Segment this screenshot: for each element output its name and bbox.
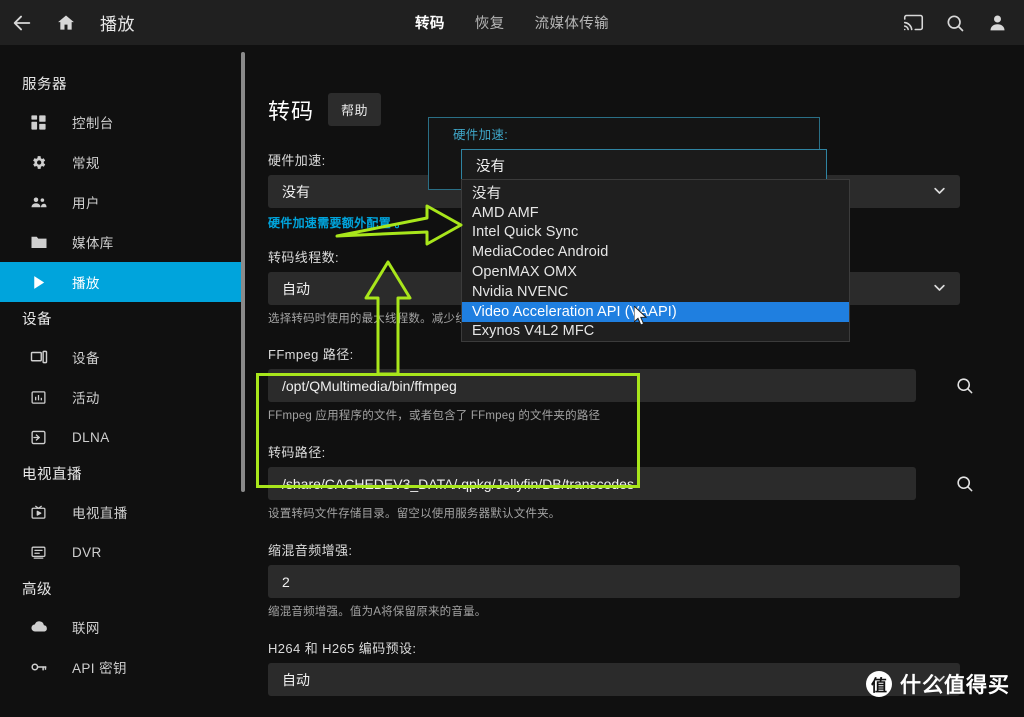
gear-icon bbox=[30, 154, 60, 171]
sidebar-item-api-keys[interactable]: API 密钥 bbox=[0, 647, 243, 687]
chevron-down-icon bbox=[932, 183, 947, 201]
top-bar-actions bbox=[892, 0, 1018, 45]
account-icon[interactable] bbox=[976, 0, 1018, 45]
sidebar-section-devices: 设备 bbox=[22, 312, 52, 328]
sidebar-section-livetv: 电视直播 bbox=[22, 467, 82, 483]
encoder-preset-select[interactable]: 自动 bbox=[268, 663, 960, 697]
sidebar-section-server: 服务器 bbox=[22, 77, 67, 93]
dropdown-option[interactable]: AMD AMF bbox=[462, 203, 849, 223]
sidebar-item-label: 电视直播 bbox=[72, 506, 128, 521]
sidebar-item-playback[interactable]: 播放 bbox=[0, 262, 243, 302]
sidebar-item-activity[interactable]: 活动 bbox=[0, 377, 243, 417]
field-transcode-path: 转码路径: /share/CACHEDEV3_DATA/.qpkg/Jellyf… bbox=[248, 442, 1024, 522]
sidebar-item-label: 联网 bbox=[72, 621, 100, 636]
dropdown-label: 硬件加速: bbox=[453, 128, 508, 142]
downmix-help-text: 缩混音频增强。值为A将保留原来的音量。 bbox=[268, 606, 487, 619]
key-icon bbox=[30, 658, 60, 676]
transcode-path-row: /share/CACHEDEV3_DATA/.qpkg/Jellyfin/DB/… bbox=[268, 467, 1004, 501]
sidebar-item-general[interactable]: 常规 bbox=[0, 142, 243, 182]
dlna-icon bbox=[30, 429, 60, 446]
transcode-path-browse-icon[interactable] bbox=[944, 467, 984, 500]
chevron-down-icon bbox=[932, 280, 947, 298]
transcode-path-label: 转码路径: bbox=[268, 445, 326, 461]
page-title: 转码 bbox=[268, 98, 315, 124]
app-root: 播放 转码 恢复 流媒体传输 服务器 控制台 常规 用户 媒体库 播放 设备 设… bbox=[0, 0, 1024, 717]
tab-resume[interactable]: 恢复 bbox=[475, 12, 505, 33]
livetv-icon bbox=[30, 504, 60, 521]
watermark-text: 什么值得买 bbox=[900, 674, 1010, 697]
sidebar-item-label: 活动 bbox=[72, 391, 100, 406]
watermark: 值 什么值得买 bbox=[866, 669, 1010, 699]
device-icon bbox=[30, 348, 60, 366]
dropdown-option[interactable]: Exynos V4L2 MFC bbox=[462, 322, 849, 342]
downmix-input[interactable]: 2 bbox=[268, 565, 960, 599]
downmix-value: 2 bbox=[282, 573, 290, 590]
dropdown-option[interactable]: 没有 bbox=[462, 183, 849, 203]
sidebar-item-live-tv[interactable]: 电视直播 bbox=[0, 492, 243, 532]
ffmpeg-path-input[interactable]: /opt/QMultimedia/bin/ffmpeg bbox=[268, 369, 916, 403]
sidebar-item-libraries[interactable]: 媒体库 bbox=[0, 222, 243, 262]
dropdown-option[interactable]: MediaCodec Android bbox=[462, 242, 849, 262]
top-tabs: 转码 恢复 流媒体传输 bbox=[0, 0, 1024, 45]
dropdown-option[interactable]: OpenMAX OMX bbox=[462, 262, 849, 282]
search-icon[interactable] bbox=[934, 0, 976, 45]
sidebar-item-label: 控制台 bbox=[72, 116, 114, 131]
sidebar-item-label: 常规 bbox=[72, 156, 100, 171]
transcode-path-input[interactable]: /share/CACHEDEV3_DATA/.qpkg/Jellyfin/DB/… bbox=[268, 467, 916, 501]
sidebar-item-devices[interactable]: 设备 bbox=[0, 337, 243, 377]
sidebar-item-label: 设备 bbox=[72, 351, 100, 366]
transcode-path-help-text: 设置转码文件存储目录。留空以使用服务器默认文件夹。 bbox=[268, 508, 561, 521]
play-icon bbox=[30, 274, 60, 291]
sidebar-item-label: API 密钥 bbox=[72, 661, 127, 676]
sidebar-item-label: 用户 bbox=[72, 196, 100, 211]
vertical-scrollbar[interactable] bbox=[241, 52, 245, 492]
tab-streaming[interactable]: 流媒体传输 bbox=[535, 12, 610, 33]
top-bar: 播放 转码 恢复 流媒体传输 bbox=[0, 0, 1024, 45]
users-icon bbox=[30, 193, 60, 211]
dropdown-option-list: 没有 AMD AMF Intel Quick Sync MediaCodec A… bbox=[461, 179, 850, 343]
field-downmix-boost: 缩混音频增强: 2 缩混音频增强。值为A将保留原来的音量。 bbox=[248, 540, 1024, 620]
ffmpeg-path-row: /opt/QMultimedia/bin/ffmpeg bbox=[268, 369, 1004, 403]
cast-icon[interactable] bbox=[892, 0, 934, 45]
back-icon[interactable] bbox=[0, 0, 44, 45]
dvr-icon bbox=[30, 544, 60, 561]
dropdown-input-value: 没有 bbox=[476, 158, 505, 175]
encoder-preset-label: H264 和 H265 编码预设: bbox=[268, 641, 417, 657]
top-bar-title: 播放 bbox=[100, 15, 135, 34]
threads-value: 自动 bbox=[282, 280, 310, 297]
ffmpeg-path-value: /opt/QMultimedia/bin/ffmpeg bbox=[282, 377, 457, 394]
hwaccel-dropdown-popup: 硬件加速: 没有 没有 AMD AMF Intel Quick Sync Med… bbox=[428, 117, 850, 343]
cloud-icon bbox=[30, 618, 60, 637]
dropdown-option[interactable]: Nvidia NVENC bbox=[462, 282, 849, 302]
hwaccel-value: 没有 bbox=[282, 183, 310, 200]
dashboard-icon bbox=[30, 114, 60, 131]
dropdown-option[interactable]: Intel Quick Sync bbox=[462, 223, 849, 243]
help-button[interactable]: 帮助 bbox=[328, 93, 382, 126]
field-ffmpeg-path: FFmpeg 路径: /opt/QMultimedia/bin/ffmpeg F… bbox=[248, 344, 1024, 424]
sidebar-item-label: DLNA bbox=[72, 429, 110, 445]
dropdown-option-selected[interactable]: Video Acceleration API (VAAPI) bbox=[462, 301, 849, 322]
transcode-path-value: /share/CACHEDEV3_DATA/.qpkg/Jellyfin/DB/… bbox=[282, 475, 634, 492]
ffmpeg-path-browse-icon[interactable] bbox=[944, 369, 984, 402]
downmix-label: 缩混音频增强: bbox=[268, 543, 353, 559]
tab-transcode[interactable]: 转码 bbox=[415, 12, 445, 33]
sidebar-item-dvr[interactable]: DVR bbox=[0, 532, 243, 572]
ffmpeg-path-label: FFmpeg 路径: bbox=[268, 347, 354, 363]
sidebar-item-users[interactable]: 用户 bbox=[0, 182, 243, 222]
sidebar-item-networking[interactable]: 联网 bbox=[0, 607, 243, 647]
sidebar-item-dlna[interactable]: DLNA bbox=[0, 417, 243, 457]
home-icon[interactable] bbox=[44, 0, 88, 45]
dropdown-input[interactable]: 没有 bbox=[461, 149, 827, 181]
activity-icon bbox=[30, 389, 60, 406]
folder-icon bbox=[30, 233, 60, 251]
sidebar-section-advanced: 高级 bbox=[22, 582, 52, 598]
sidebar: 服务器 控制台 常规 用户 媒体库 播放 设备 设备 活动 DLNA 电视直播 … bbox=[0, 45, 243, 717]
watermark-badge: 值 bbox=[866, 671, 892, 697]
sidebar-item-dashboard[interactable]: 控制台 bbox=[0, 102, 243, 142]
sidebar-item-label: 媒体库 bbox=[72, 236, 114, 251]
encoder-preset-value: 自动 bbox=[282, 671, 310, 688]
ffmpeg-path-help-text: FFmpeg 应用程序的文件，或者包含了 FFmpeg 的文件夹的路径 bbox=[268, 410, 601, 423]
sidebar-item-label: DVR bbox=[72, 544, 102, 560]
sidebar-item-label: 播放 bbox=[72, 276, 100, 291]
